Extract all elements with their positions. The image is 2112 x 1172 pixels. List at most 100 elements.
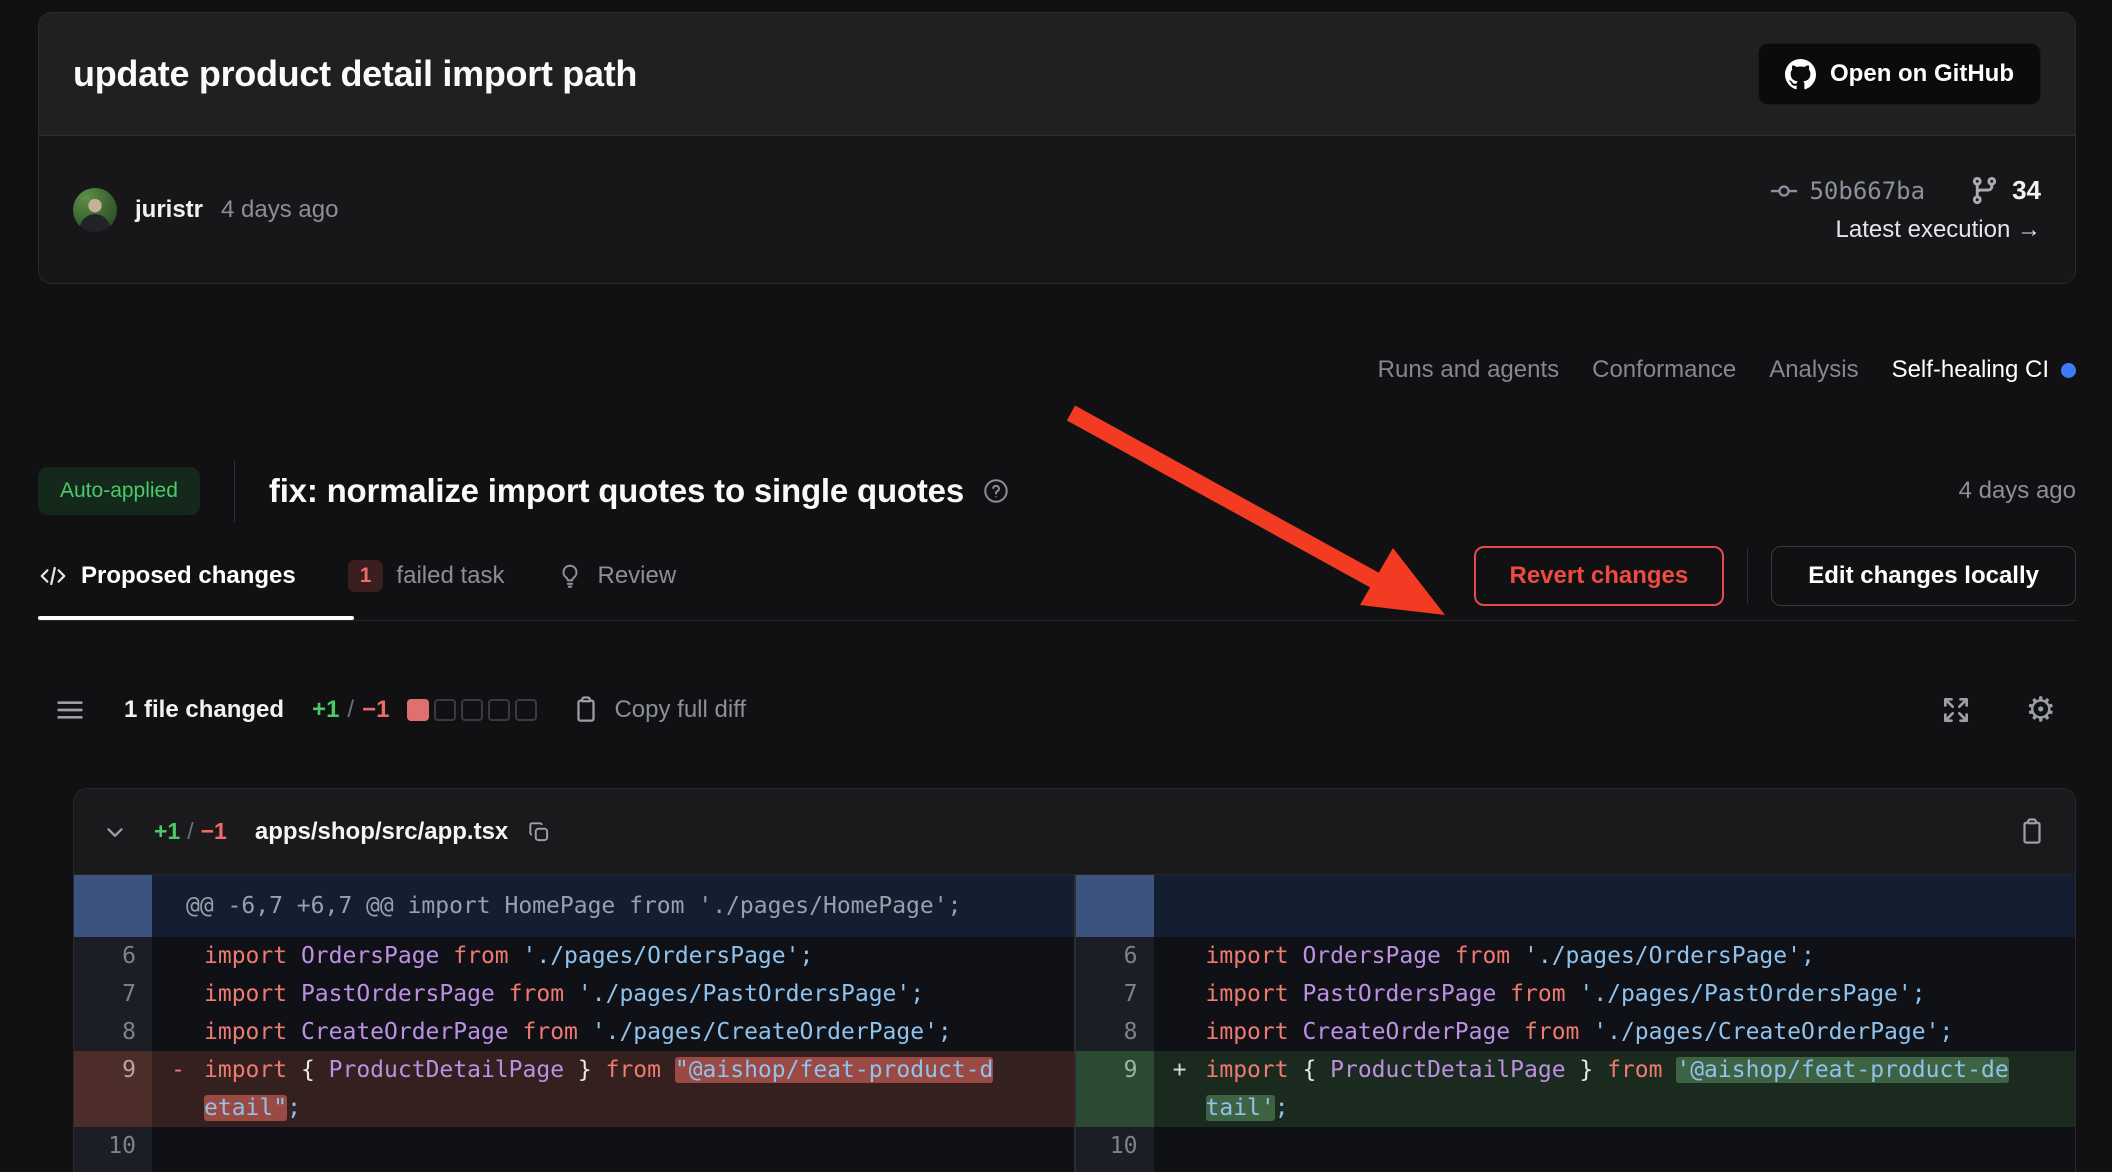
deletions-count: −1 <box>362 696 389 724</box>
help-icon[interactable] <box>982 477 1010 505</box>
auto-applied-badge: Auto-applied <box>38 467 200 515</box>
diff-row-line-10: 10 <box>74 1127 1074 1172</box>
code-cell: -import { ProductDetailPage } from "@ais… <box>152 1051 1074 1127</box>
copy-full-diff-button[interactable]: Copy full diff <box>571 695 746 725</box>
diff-marker <box>1154 1089 1206 1127</box>
hunk-header-row <box>1076 875 2076 937</box>
code-token: { <box>1302 1057 1330 1083</box>
commit-meta-group: 50b667ba 34 Latest execution → <box>1769 175 2041 244</box>
tab-review-label: Review <box>597 562 676 590</box>
settings-gear-icon[interactable]: ⚙ <box>2026 693 2056 727</box>
hunk-header-text: @@ -6,7 +6,7 @@ import HomePage from './… <box>152 875 1074 937</box>
diff-marker <box>152 937 204 975</box>
copy-file-path-icon[interactable] <box>526 819 552 845</box>
hunk-header-row: @@ -6,7 +6,7 @@ import HomePage from './… <box>74 875 1074 937</box>
code-token: } <box>1566 1057 1608 1083</box>
file-deletions: −1 <box>201 818 227 845</box>
code-cell: import PastOrdersPage from './pages/Past… <box>152 975 1074 1013</box>
revert-changes-button[interactable]: Revert changes <box>1474 546 1725 606</box>
nav-item-analysis[interactable]: Analysis <box>1769 356 1858 384</box>
line-number: 10 <box>1076 1127 1154 1172</box>
button-separator <box>1747 548 1748 604</box>
hunk-gutter-block <box>74 875 152 937</box>
tab-failed-task[interactable]: 1 failed task <box>348 560 505 592</box>
additions-count: +1 <box>312 696 339 724</box>
code-token: import <box>204 943 301 969</box>
line-number: 6 <box>1076 937 1154 975</box>
diff-stat-block <box>461 699 483 721</box>
code-token: ; <box>287 1095 301 1121</box>
tabs-bottom-border <box>38 620 2076 621</box>
expand-fullscreen-icon[interactable] <box>1940 694 1972 726</box>
commit-time: 4 days ago <box>221 196 338 224</box>
clipboard-icon <box>571 695 601 725</box>
file-header: +1 / −1 apps/shop/src/app.tsx <box>74 789 2075 875</box>
code-token: ProductDetailPage <box>1330 1057 1565 1083</box>
line-number: 8 <box>1076 1013 1154 1051</box>
code-token: from <box>1607 1057 1676 1083</box>
diff-pane-right: 6 import OrdersPage from './pages/Orders… <box>1076 875 2076 1172</box>
code-token: OrdersPage <box>1302 943 1454 969</box>
nav-item-runs-and-agents[interactable]: Runs and agents <box>1378 356 1559 384</box>
file-path: apps/shop/src/app.tsx <box>255 818 508 846</box>
fix-header: Auto-applied fix: normalize import quote… <box>38 458 2076 524</box>
code-token: './pages/OrdersPage'; <box>523 943 814 969</box>
code-line <box>152 1127 1074 1165</box>
commit-hash-group[interactable]: 50b667ba <box>1769 176 1925 206</box>
code-token: import <box>1206 981 1303 1007</box>
active-nav-dot <box>2061 363 2076 378</box>
diff-stat-blocks <box>407 699 537 721</box>
code-token: etail" <box>204 1095 287 1121</box>
code-cell: import OrdersPage from './pages/OrdersPa… <box>1154 937 2076 975</box>
page: update product detail import path Open o… <box>0 0 2112 1172</box>
code-line: import CreateOrderPage from './pages/Cre… <box>152 1013 1074 1051</box>
stat-slash: / <box>347 696 354 724</box>
copy-file-diff-icon[interactable] <box>2017 817 2047 847</box>
open-on-github-button[interactable]: Open on GitHub <box>1758 43 2041 105</box>
commit-hash: 50b667ba <box>1809 177 1925 205</box>
code-token: PastOrdersPage <box>301 981 509 1007</box>
failed-task-count-badge: 1 <box>348 560 384 592</box>
code-line: import PastOrdersPage from './pages/Past… <box>152 975 1074 1013</box>
execution-count: 34 <box>2012 175 2041 206</box>
code-cell: import CreateOrderPage from './pages/Cre… <box>1154 1013 2076 1051</box>
line-number: 9 <box>74 1051 152 1127</box>
diff-marker: - <box>152 1051 204 1089</box>
tab-review[interactable]: Review <box>556 562 676 590</box>
latest-execution-link[interactable]: Latest execution → <box>1836 216 2041 244</box>
tab-proposed-changes[interactable]: Proposed changes <box>38 561 296 591</box>
hunk-gutter-block <box>1076 875 1154 937</box>
page-title: update product detail import path <box>73 53 637 95</box>
diff-marker <box>152 1127 204 1165</box>
diff-row-line-7: 7 import PastOrdersPage from './pages/Pa… <box>1076 975 2076 1013</box>
execution-count-group[interactable]: 34 <box>1969 175 2041 206</box>
file-list-menu-icon[interactable] <box>54 694 86 726</box>
nav-item-self-healing-ci[interactable]: Self-healing CI <box>1892 356 2076 384</box>
diff-row-line-10: 10 <box>1076 1127 2076 1172</box>
code-cell <box>152 1127 1074 1172</box>
diff-row-line-8: 8 import CreateOrderPage from './pages/C… <box>1076 1013 2076 1051</box>
code-token: from <box>606 1057 675 1083</box>
code-token: ; <box>1275 1095 1289 1121</box>
diff-stat-counts: +1 / −1 <box>312 696 389 724</box>
code-cell: import OrdersPage from './pages/OrdersPa… <box>152 937 1074 975</box>
avatar[interactable] <box>73 188 117 232</box>
code-line <box>1154 1127 2076 1165</box>
code-token: './pages/OrdersPage'; <box>1524 943 1815 969</box>
collapse-chevron-down-icon[interactable] <box>102 819 128 845</box>
code-token: import <box>204 1019 301 1045</box>
code-line: +import { ProductDetailPage } from '@ais… <box>1154 1051 2076 1089</box>
code-token: ProductDetailPage <box>329 1057 564 1083</box>
commit-meta-row: 50b667ba 34 <box>1769 175 2041 206</box>
file-additions: +1 <box>154 818 180 845</box>
code-cell: import PastOrdersPage from './pages/Past… <box>1154 975 2076 1013</box>
header-card: update product detail import path Open o… <box>38 12 2076 284</box>
code-token: './pages/PastOrdersPage'; <box>578 981 924 1007</box>
diff-row-line-9: 9+import { ProductDetailPage } from '@ai… <box>1076 1051 2076 1127</box>
edit-changes-locally-button[interactable]: Edit changes locally <box>1771 546 2076 606</box>
toolbar-right-icons: ⚙ <box>1940 693 2056 727</box>
git-branch-icon <box>1969 175 2000 206</box>
code-line: import PastOrdersPage from './pages/Past… <box>1154 975 2076 1013</box>
diff-marker <box>1154 937 1206 975</box>
nav-item-conformance[interactable]: Conformance <box>1592 356 1736 384</box>
